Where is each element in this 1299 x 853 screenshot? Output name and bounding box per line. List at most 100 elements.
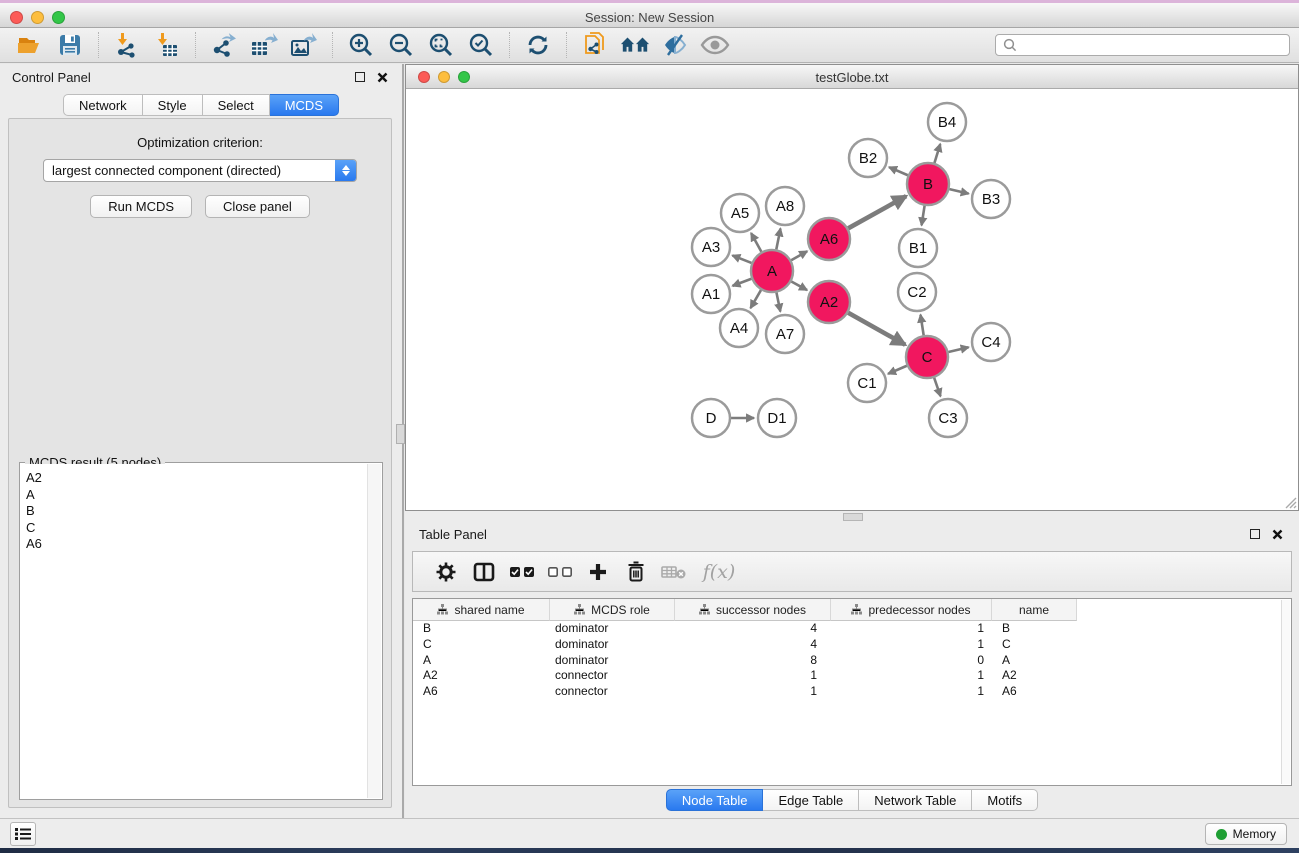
- graph-node-B4[interactable]: B4: [928, 103, 966, 141]
- graph-edge-A-A8[interactable]: [776, 229, 780, 250]
- graph-edge-C-C2[interactable]: [920, 315, 923, 336]
- tab-motifs[interactable]: Motifs: [972, 789, 1038, 811]
- column-header-successor-nodes[interactable]: successor nodes: [675, 599, 831, 621]
- open-file-icon[interactable]: [15, 31, 45, 59]
- column-header-mcds-role[interactable]: MCDS role: [550, 599, 675, 621]
- column-header-predecessor-nodes[interactable]: predecessor nodes: [831, 599, 992, 621]
- graph-edge-C-C3[interactable]: [934, 378, 940, 396]
- tab-network[interactable]: Network: [63, 94, 143, 116]
- tab-select[interactable]: Select: [203, 94, 270, 116]
- float-panel-icon[interactable]: [352, 69, 368, 85]
- window-resize-grip[interactable]: [1283, 495, 1297, 509]
- graph-node-D[interactable]: D: [692, 399, 730, 437]
- show-graphics-details-icon[interactable]: [700, 31, 730, 59]
- optimization-criterion-select[interactable]: largest connected component (directed): [43, 159, 357, 182]
- graph-edge-B-B4[interactable]: [934, 144, 940, 163]
- graph-edge-A-A5[interactable]: [751, 233, 761, 252]
- graph-edge-A-A1[interactable]: [733, 279, 752, 286]
- close-panel-button[interactable]: Close panel: [205, 195, 310, 218]
- graph-node-B3[interactable]: B3: [972, 180, 1010, 218]
- list-icon: [15, 827, 31, 841]
- graph-node-A8[interactable]: A8: [766, 187, 804, 225]
- tab-mcds[interactable]: MCDS: [270, 94, 339, 116]
- save-session-icon[interactable]: [55, 31, 85, 59]
- zoom-selected-icon[interactable]: [466, 31, 496, 59]
- tab-style[interactable]: Style: [143, 94, 203, 116]
- import-network-icon[interactable]: [112, 31, 142, 59]
- graph-node-C3[interactable]: C3: [929, 399, 967, 437]
- graph-edge-B-B3[interactable]: [949, 189, 968, 194]
- graph-node-C4[interactable]: C4: [972, 323, 1010, 361]
- graph-node-A6[interactable]: A6: [808, 218, 850, 260]
- show-columns-icon[interactable]: [469, 557, 499, 587]
- float-table-panel-icon[interactable]: [1247, 526, 1263, 542]
- graph-node-A4[interactable]: A4: [720, 309, 758, 347]
- graph-edge-C-C4[interactable]: [948, 347, 968, 352]
- graph-edge-C-C1[interactable]: [888, 366, 907, 374]
- graph-node-A7[interactable]: A7: [766, 315, 804, 353]
- graph-node-C2[interactable]: C2: [898, 273, 936, 311]
- tab-node-table[interactable]: Node Table: [666, 789, 764, 811]
- refresh-icon[interactable]: [523, 31, 553, 59]
- zoom-in-icon[interactable]: [346, 31, 376, 59]
- graph-node-B2[interactable]: B2: [849, 139, 887, 177]
- task-history-button[interactable]: [10, 822, 36, 846]
- column-header-name[interactable]: name: [992, 599, 1077, 621]
- delete-column-icon[interactable]: [621, 557, 651, 587]
- export-image-icon[interactable]: [289, 31, 319, 59]
- graph-node-A[interactable]: A: [751, 250, 793, 292]
- export-table-icon[interactable]: [249, 31, 279, 59]
- graph-edge-B-B2[interactable]: [889, 167, 908, 175]
- import-table-icon[interactable]: [152, 31, 182, 59]
- table-scrollbar[interactable]: [1281, 600, 1290, 784]
- new-session-from-network-icon[interactable]: [580, 31, 610, 59]
- graph-edge-A-A2[interactable]: [791, 282, 807, 291]
- zoom-out-icon[interactable]: [386, 31, 416, 59]
- result-scrollbar[interactable]: [367, 464, 381, 798]
- column-header-shared-name[interactable]: shared name: [413, 599, 550, 621]
- table-row[interactable]: B dominator 4 1 B: [413, 621, 1291, 637]
- table-row[interactable]: A dominator 8 0 A: [413, 653, 1291, 669]
- graph-node-A3[interactable]: A3: [692, 228, 730, 266]
- graph-node-label: B3: [982, 191, 1000, 208]
- table-options-gear-icon[interactable]: [431, 557, 461, 587]
- graph-edge-A-A3[interactable]: [732, 255, 751, 263]
- graph-node-B1[interactable]: B1: [899, 229, 937, 267]
- mcds-result-list[interactable]: A2 A B C A6: [21, 464, 367, 798]
- graph-edge-B-B1[interactable]: [922, 206, 925, 226]
- close-panel-icon[interactable]: [374, 69, 390, 85]
- graph-edge-A2-C[interactable]: [848, 313, 905, 345]
- memory-button[interactable]: Memory: [1205, 823, 1287, 845]
- table-row[interactable]: A6 connector 1 1 A6: [413, 684, 1291, 700]
- panel-divider-grip[interactable]: [396, 424, 405, 444]
- deselect-all-columns-icon[interactable]: [545, 557, 575, 587]
- graph-node-C1[interactable]: C1: [848, 364, 886, 402]
- graph-edge-A-A6[interactable]: [791, 251, 807, 260]
- run-mcds-button[interactable]: Run MCDS: [90, 195, 192, 218]
- graph-node-A2[interactable]: A2: [808, 281, 850, 323]
- export-network-icon[interactable]: [209, 31, 239, 59]
- graph-node-C[interactable]: C: [906, 336, 948, 378]
- graph-edge-A-A4[interactable]: [751, 290, 761, 308]
- close-table-panel-icon[interactable]: [1269, 526, 1285, 542]
- table-panel-divider-grip[interactable]: [843, 513, 863, 521]
- select-all-columns-icon[interactable]: [507, 557, 537, 587]
- add-column-icon[interactable]: [583, 557, 613, 587]
- zoom-fit-icon[interactable]: [426, 31, 456, 59]
- table-row[interactable]: A2 connector 1 1 A2: [413, 668, 1291, 684]
- graph-node-B[interactable]: B: [907, 163, 949, 205]
- title-bar: Session: New Session: [0, 0, 1299, 28]
- graph-node-A5[interactable]: A5: [721, 194, 759, 232]
- network-canvas[interactable]: A A1 A2 A3 A4 A5 A6 A7 A8 B B1 B2 B3 B4 C C1 C2 C3C4 D D1: [406, 89, 1298, 510]
- houses-icon[interactable]: [620, 31, 650, 59]
- tab-network-table[interactable]: Network Table: [859, 789, 972, 811]
- graph-node-A1[interactable]: A1: [692, 275, 730, 313]
- graph-node-D1[interactable]: D1: [758, 399, 796, 437]
- hide-graphics-details-icon[interactable]: [660, 31, 690, 59]
- network-window-titlebar[interactable]: testGlobe.txt: [406, 65, 1298, 89]
- graph-edge-A6-B[interactable]: [848, 196, 906, 228]
- search-input[interactable]: [1021, 36, 1289, 54]
- table-row[interactable]: C dominator 4 1 C: [413, 637, 1291, 653]
- tab-edge-table[interactable]: Edge Table: [763, 789, 859, 811]
- graph-edge-A-A7[interactable]: [776, 293, 780, 312]
